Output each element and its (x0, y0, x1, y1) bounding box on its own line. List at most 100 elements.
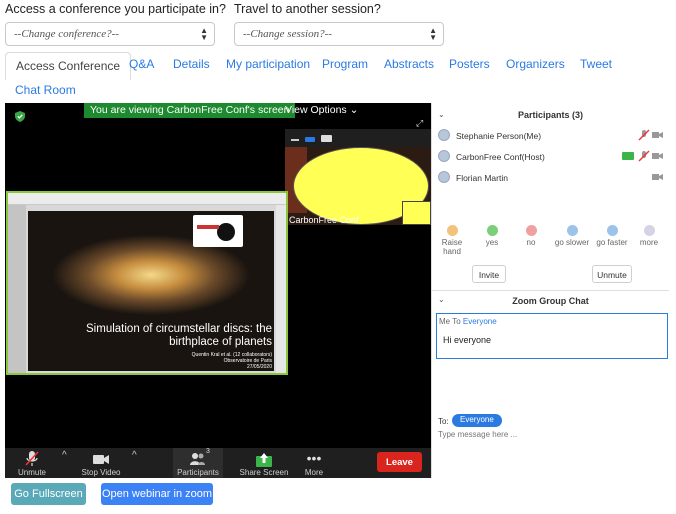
raise-hand-label: Raise hand (441, 238, 463, 256)
tab-qa[interactable]: Q&A (129, 57, 154, 71)
raise-hand-button[interactable]: Raise hand (434, 225, 470, 256)
video-camera-icon (93, 455, 109, 464)
tab-abstracts[interactable]: Abstracts (384, 57, 434, 71)
zoom-meeting: You are viewing CarbonFree Conf's screen… (5, 103, 669, 478)
view-options-label: View Options (285, 104, 347, 116)
conference-select-value: --Change conference?-- (14, 28, 119, 40)
tab-my-participation[interactable]: My participation (226, 57, 310, 71)
stop-video-button[interactable]: Stop Video (81, 448, 121, 477)
tab-posters[interactable]: Posters (449, 57, 490, 71)
muted-microphone-icon[interactable] (638, 150, 650, 162)
presentation-tool-strip (276, 205, 286, 373)
chat-message-header: Me To Everyone (439, 317, 497, 326)
participants-label: Participants (177, 468, 219, 477)
slide-title-line-2: birthplace of planets (169, 336, 272, 348)
video-camera-icon[interactable] (652, 129, 664, 141)
tab-program[interactable]: Program (322, 57, 368, 71)
conference-select[interactable]: --Change conference?-- ▲ ▼ (5, 22, 215, 46)
logo-icon (193, 215, 243, 247)
thumbnail-toolbar (285, 129, 431, 147)
stop-video-label: Stop Video (81, 468, 121, 477)
participants-button[interactable]: Participants 3 (173, 448, 223, 478)
participant-row[interactable]: Stephanie Person(Me) (438, 129, 663, 145)
chat-message-list: Me To Everyone Hi everyone (436, 313, 668, 359)
check-icon (486, 225, 498, 236)
x-icon (525, 225, 537, 236)
session-select[interactable]: --Change session?-- ▲ ▼ (234, 22, 444, 46)
chat-panel-title: Zoom Group Chat (512, 296, 589, 306)
session-select-label: Travel to another session? (234, 2, 381, 16)
screen-share-banner: You are viewing CarbonFree Conf's screen (84, 103, 296, 118)
more-label: More (304, 468, 324, 477)
slower-icon (566, 225, 578, 236)
chat-recipient-link[interactable]: Everyone (463, 317, 497, 326)
go-fullscreen-button[interactable]: Go Fullscreen (11, 483, 86, 505)
redacted-box-overlay (402, 201, 431, 225)
view-options-button[interactable]: View Options ⌄ (285, 104, 358, 116)
leave-meeting-button[interactable]: Leave (377, 452, 422, 472)
shared-presentation: Simulation of circumstellar discs: the b… (6, 191, 288, 375)
layout-icon[interactable] (305, 137, 315, 142)
slide-title: Simulation of circumstellar discs: the b… (28, 323, 272, 349)
go-slower-label: go slower (554, 238, 590, 247)
video-camera-icon[interactable] (652, 150, 664, 162)
open-webinar-button[interactable]: Open webinar in zoom (101, 483, 213, 505)
divider (432, 290, 669, 291)
more-reactions-label: more (639, 238, 659, 247)
shared-screen-view[interactable]: You are viewing CarbonFree Conf's screen… (5, 103, 431, 448)
participant-row[interactable]: Florian Martin (438, 171, 663, 187)
no-button[interactable]: no (518, 225, 544, 247)
video-camera-icon[interactable] (652, 171, 664, 183)
swap-icon[interactable] (321, 135, 332, 142)
tab-details[interactable]: Details (173, 57, 210, 71)
chat-sender: Me (439, 317, 451, 326)
more-button[interactable]: ••• More (300, 448, 328, 477)
invite-button[interactable]: Invite (472, 265, 506, 283)
tab-access-conference[interactable]: Access Conference (5, 52, 132, 80)
raise-hand-icon (446, 225, 458, 236)
shield-icon (15, 111, 25, 122)
chat-to-label: To: (438, 417, 449, 426)
slide-title-line-1: Simulation of circumstellar discs: the (86, 323, 272, 335)
participant-name: Stephanie Person(Me) (456, 131, 542, 141)
tab-organizers[interactable]: Organizers (506, 57, 565, 71)
slide-author-line-3: 27/05/2020 (246, 364, 272, 370)
presentation-sidebar (8, 205, 26, 373)
more-reactions-button[interactable]: more (635, 225, 663, 247)
chat-recipient-selector[interactable]: Everyone (452, 414, 502, 427)
tab-chat-room[interactable]: Chat Room (15, 83, 76, 97)
participant-name: Florian Martin (456, 173, 508, 183)
video-options-caret-icon[interactable]: ^ (132, 450, 137, 461)
go-faster-button[interactable]: go faster (594, 225, 630, 247)
session-select-value: --Change session?-- (243, 28, 332, 40)
go-slower-button[interactable]: go slower (552, 225, 592, 247)
audio-options-caret-icon[interactable]: ^ (62, 450, 67, 461)
participants-count-badge: 3 (206, 448, 210, 455)
chat-to-word: To (452, 317, 461, 326)
unmute-button[interactable]: Unmute (17, 448, 47, 477)
tab-tweet[interactable]: Tweet (580, 57, 612, 71)
yes-button[interactable]: yes (479, 225, 505, 247)
participant-row[interactable]: CarbonFree Conf(Host) (438, 150, 663, 166)
chat-message-input[interactable] (438, 430, 663, 439)
conference-select-label: Access a conference you participate in? (5, 2, 226, 16)
chat-message-text: Hi everyone (443, 335, 492, 345)
participant-name-label: CarbonFree Conf (289, 215, 359, 225)
participants-panel-title: Participants (3) (517, 110, 584, 120)
participant-name: CarbonFree Conf(Host) (456, 152, 545, 162)
unmute-label: Unmute (17, 468, 46, 477)
presentation-toolbar (8, 193, 286, 205)
fullscreen-expand-icon[interactable]: ⤢ (416, 118, 423, 129)
slide-disc-image: Simulation of circumstellar discs: the b… (28, 211, 274, 371)
select-caret-icon: ▲ ▼ (200, 26, 208, 42)
unmute-all-button[interactable]: Unmute (592, 265, 632, 283)
avatar (438, 129, 450, 141)
faster-icon (606, 225, 618, 236)
muted-microphone-icon[interactable] (638, 129, 650, 141)
yes-label: yes (485, 238, 499, 247)
share-screen-button[interactable]: Share Screen (238, 448, 290, 477)
minimize-icon[interactable] (291, 139, 299, 141)
participant-video-thumbnail[interactable]: CarbonFree Conf (285, 129, 431, 225)
muted-microphone-icon (25, 451, 39, 466)
go-faster-label: go faster (596, 238, 628, 247)
